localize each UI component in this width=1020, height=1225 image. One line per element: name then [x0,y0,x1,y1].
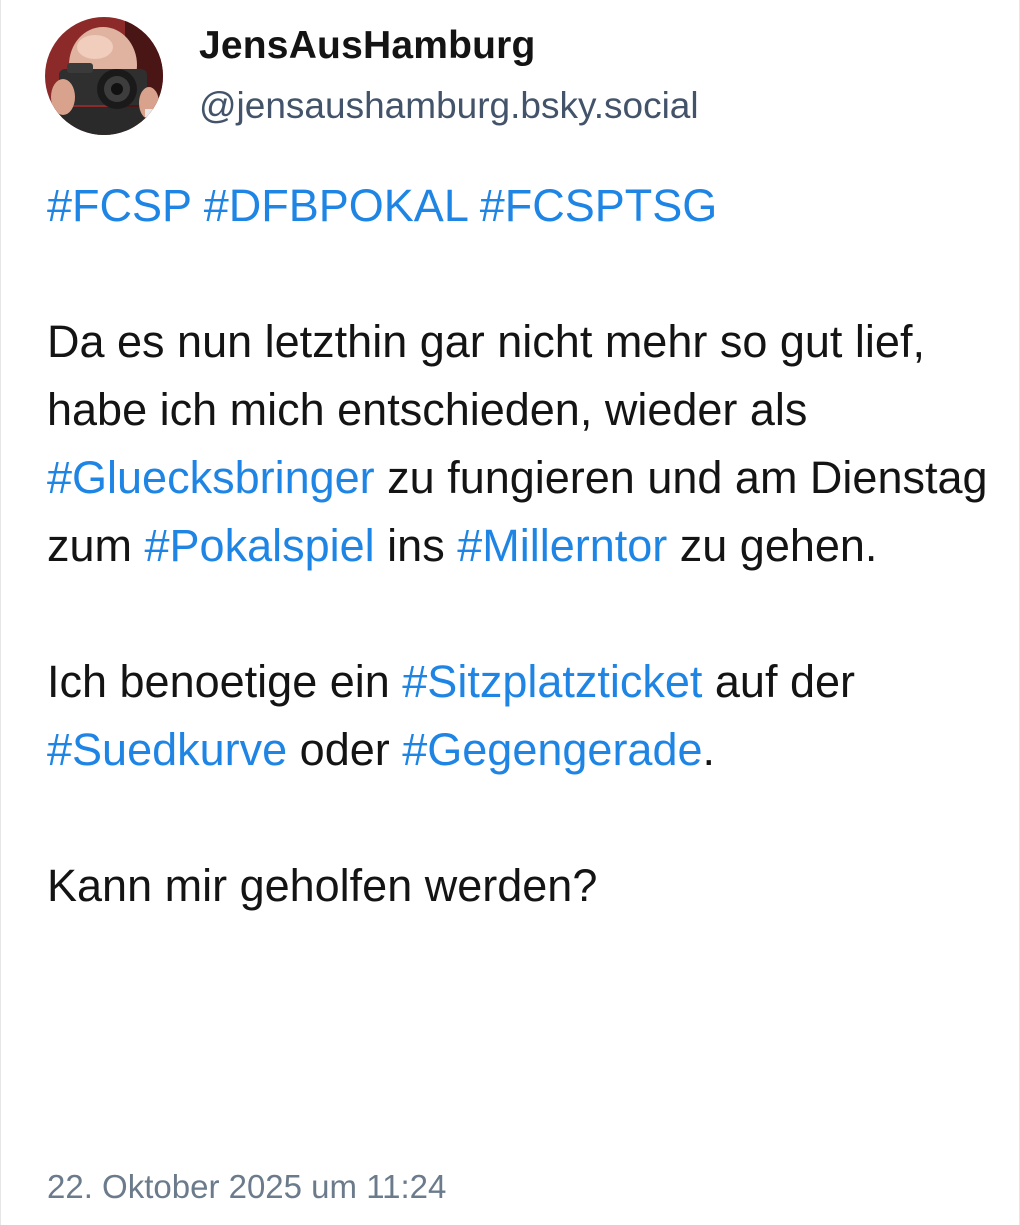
paragraph-3: Kann mir geholfen werden? [47,860,598,911]
avatar-photographer-icon [45,17,163,135]
paragraph-2: Ich benoetige ein #Sitzplatzticket auf d… [47,648,997,784]
hashtag-link[interactable]: #Millerntor [457,520,667,571]
frame-border-left [0,0,1,1225]
author-handle[interactable]: @jensaushamburg.bsky.social [199,83,699,129]
text-segment: auf der [702,656,856,707]
post-header: JensAusHamburg @jensaushamburg.bsky.soci… [45,17,699,135]
hashtag-link[interactable]: #Sitzplatzticket [402,656,702,707]
author-display-name[interactable]: JensAusHamburg [199,23,699,69]
text-segment [467,180,480,231]
hashtag-link[interactable]: #Gegengerade [402,724,702,775]
text-segment: zu gehen. [667,520,878,571]
hashtag-link[interactable]: #Pokalspiel [145,520,375,571]
hashtag-link[interactable]: #Suedkurve [47,724,287,775]
hashtag-link[interactable]: #FCSP [47,180,191,231]
text-segment: ins [374,520,458,571]
hashtag-line: #FCSP #DFBPOKAL #FCSPTSG [47,172,997,240]
text-segment: Da es nun letzthin gar nicht mehr so gut… [47,316,925,435]
text-segment: Ich benoetige ein [47,656,403,707]
author-info[interactable]: JensAusHamburg @jensaushamburg.bsky.soci… [199,23,699,129]
avatar[interactable] [45,17,163,135]
hashtag-link[interactable]: #Gluecksbringer [47,452,375,503]
text-segment [191,180,204,231]
hashtag-link[interactable]: #FCSPTSG [480,180,718,231]
paragraph-1: Da es nun letzthin gar nicht mehr so gut… [47,308,997,580]
text-segment: oder [287,724,403,775]
post-text: #FCSP #DFBPOKAL #FCSPTSG Da es nun letzt… [47,172,997,920]
hashtag-link[interactable]: #DFBPOKAL [204,180,467,231]
text-segment: . [702,724,716,775]
post-timestamp[interactable]: 22. Oktober 2025 um 11:24 [47,1164,446,1210]
